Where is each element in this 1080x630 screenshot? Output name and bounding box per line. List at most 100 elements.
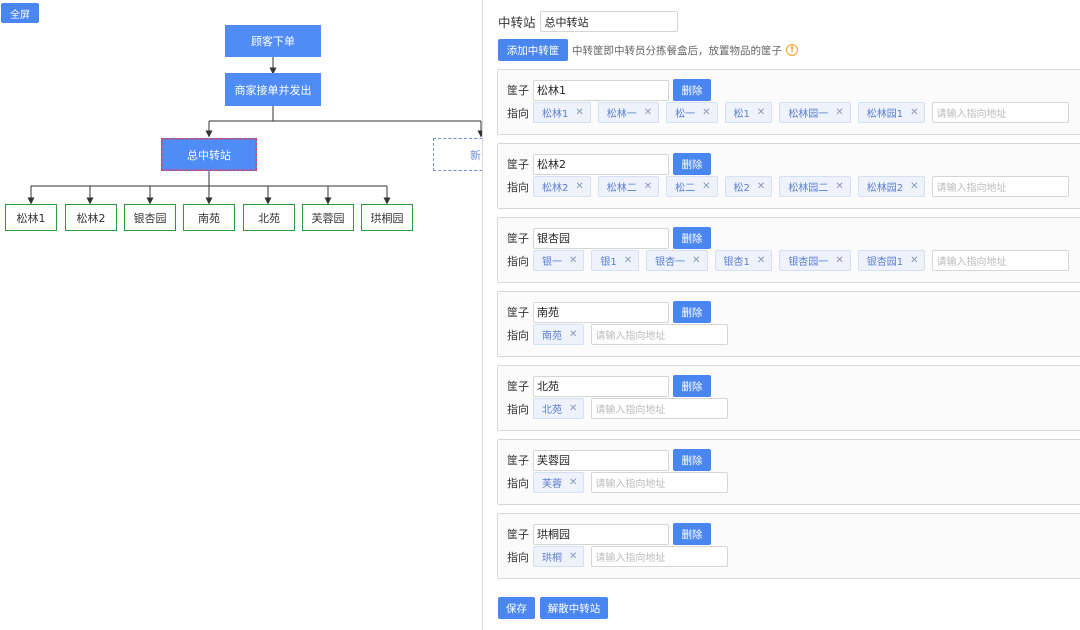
direction-tag-label: 松2: [733, 183, 750, 194]
direction-label: 指向: [507, 106, 529, 120]
basket-card: 筐子 松林1 删除 指向 松林1 ✕ 松林一 ✕ 松一 ✕ 松1 ✕ 松林园一 ✕ 松林园1 ✕ 请输入指向地址: [497, 69, 1080, 135]
basket-name-input[interactable]: 松林1: [533, 79, 669, 101]
flow-node-new[interactable]: 新: [433, 138, 482, 171]
delete-basket-button[interactable]: 删除: [673, 227, 711, 249]
basket-name-row: 筐子 南苑 删除: [507, 301, 711, 323]
basket-name-row: 筐子 珙桐园 删除: [507, 523, 711, 545]
flow-node-order[interactable]: 顾客下单: [225, 25, 321, 57]
remove-tag-icon[interactable]: ✕: [757, 181, 765, 192]
delete-basket-button[interactable]: 删除: [673, 301, 711, 323]
delete-basket-button[interactable]: 删除: [673, 79, 711, 101]
basket-label: 筐子: [507, 84, 529, 97]
flow-leaf-node[interactable]: 珙桐园: [361, 204, 413, 231]
delete-basket-button[interactable]: 删除: [673, 449, 711, 471]
basket-name-input[interactable]: 南苑: [533, 301, 669, 323]
direction-tag-label: 松林一: [606, 109, 637, 120]
direction-address-input[interactable]: 请输入指向地址: [932, 176, 1070, 197]
remove-tag-icon[interactable]: ✕: [569, 551, 577, 562]
remove-tag-icon[interactable]: ✕: [644, 181, 652, 192]
direction-address-input[interactable]: 请输入指向地址: [591, 398, 729, 419]
remove-tag-icon[interactable]: ✕: [575, 107, 583, 118]
direction-label: 指向: [507, 180, 529, 194]
flow-panel: 全屏 顾客下单 商家接单并发出 总中转站 新 松林1 松林2 银杏园 南苑 北苑…: [0, 0, 483, 630]
action-bar: 保存 解散中转站: [498, 597, 608, 619]
direction-tag-label: 松二: [675, 183, 696, 194]
remove-tag-icon[interactable]: ✕: [569, 403, 577, 414]
direction-label: 指向: [507, 550, 529, 564]
flow-leaf-node[interactable]: 芙蓉园: [302, 204, 354, 231]
basket-label: 筐子: [507, 528, 529, 541]
basket-name-input[interactable]: 芙蓉园: [533, 449, 669, 471]
direction-address-input[interactable]: 请输入指向地址: [591, 324, 729, 345]
basket-name-row: 筐子 芙蓉园 删除: [507, 449, 711, 471]
direction-tag-label: 松1: [733, 109, 750, 120]
delete-basket-button[interactable]: 删除: [673, 375, 711, 397]
remove-tag-icon[interactable]: ✕: [702, 107, 710, 118]
fullscreen-button[interactable]: 全屏: [1, 3, 39, 23]
remove-tag-icon[interactable]: ✕: [575, 181, 583, 192]
delete-basket-button[interactable]: 删除: [673, 153, 711, 175]
flow-leaf-node[interactable]: 北苑: [243, 204, 295, 231]
basket-name-row: 筐子 松林2 删除: [507, 153, 711, 175]
delete-basket-button[interactable]: 删除: [673, 523, 711, 545]
remove-tag-icon[interactable]: ✕: [569, 329, 577, 340]
station-name-input[interactable]: 总中转站: [539, 11, 678, 32]
basket-name-input[interactable]: 松林2: [533, 153, 669, 175]
add-basket-row: 添加中转筐 中转筐即中转员分拣餐盒后，放置物品的筐子 !: [498, 39, 798, 61]
basket-label: 筐子: [507, 380, 529, 393]
direction-address-input[interactable]: 请输入指向地址: [591, 546, 729, 567]
direction-tag: 银杏园1 ✕: [857, 250, 926, 271]
basket-label: 筐子: [507, 232, 529, 245]
add-basket-button[interactable]: 添加中转筐: [498, 39, 568, 61]
direction-label: 指向: [507, 328, 529, 342]
remove-tag-icon[interactable]: ✕: [644, 107, 652, 118]
remove-tag-icon[interactable]: ✕: [835, 181, 843, 192]
flow-node-hub[interactable]: 总中转站: [161, 138, 257, 171]
direction-tag: 银一 ✕: [533, 250, 585, 271]
direction-tag: 银杏园一 ✕: [779, 250, 851, 271]
direction-tag: 南苑 ✕: [533, 324, 585, 345]
remove-tag-icon[interactable]: ✕: [624, 255, 632, 266]
flow-leaf-node[interactable]: 银杏园: [124, 204, 176, 231]
direction-tag-label: 松林二: [606, 183, 637, 194]
direction-tag: 松林1 ✕: [533, 102, 591, 123]
direction-address-input[interactable]: 请输入指向地址: [932, 102, 1070, 123]
flow-leaf-node[interactable]: 松林1: [5, 204, 57, 231]
direction-tag: 松林二 ✕: [597, 176, 660, 197]
direction-tag-label: 银杏园一: [788, 257, 829, 268]
basket-name-row: 筐子 银杏园 删除: [507, 227, 711, 249]
remove-tag-icon[interactable]: ✕: [757, 107, 765, 118]
basket-card: 筐子 松林2 删除 指向 松林2 ✕ 松林二 ✕ 松二 ✕ 松2 ✕ 松林园二 ✕ 松林园2 ✕ 请输入指向地址: [497, 143, 1080, 209]
direction-address-input[interactable]: 请输入指向地址: [591, 472, 729, 493]
remove-tag-icon[interactable]: ✕: [910, 181, 918, 192]
flow-node-merchant[interactable]: 商家接单并发出: [225, 73, 321, 106]
direction-tag: 银杏1 ✕: [714, 250, 773, 271]
save-button[interactable]: 保存: [498, 597, 535, 619]
basket-direction-row: 指向 芙蓉 ✕ 请输入指向地址: [507, 472, 729, 493]
basket-name-input[interactable]: 珙桐园: [533, 523, 669, 545]
remove-tag-icon[interactable]: ✕: [910, 107, 918, 118]
remove-tag-icon[interactable]: ✕: [910, 255, 918, 266]
remove-tag-icon[interactable]: ✕: [569, 477, 577, 488]
basket-name-row: 筐子 北苑 删除: [507, 375, 711, 397]
flow-leaf-node[interactable]: 松林2: [65, 204, 117, 231]
remove-tag-icon[interactable]: ✕: [702, 181, 710, 192]
basket-label: 筐子: [507, 158, 529, 171]
flow-leaf-node[interactable]: 南苑: [183, 204, 235, 231]
remove-tag-icon[interactable]: ✕: [692, 255, 700, 266]
direction-label: 指向: [507, 402, 529, 416]
direction-address-input[interactable]: 请输入指向地址: [932, 250, 1070, 271]
basket-name-row: 筐子 松林1 删除: [507, 79, 711, 101]
dissolve-station-button[interactable]: 解散中转站: [540, 597, 608, 619]
basket-name-input[interactable]: 北苑: [533, 375, 669, 397]
basket-direction-row: 指向 南苑 ✕ 请输入指向地址: [507, 324, 729, 345]
remove-tag-icon[interactable]: ✕: [569, 255, 577, 266]
direction-tag: 松一 ✕: [666, 102, 718, 123]
remove-tag-icon[interactable]: ✕: [835, 255, 843, 266]
direction-tag: 松林2 ✕: [533, 176, 591, 197]
remove-tag-icon[interactable]: ✕: [835, 107, 843, 118]
basket-name-input[interactable]: 银杏园: [533, 227, 669, 249]
direction-tag-label: 松林园2: [866, 183, 904, 194]
basket-card: 筐子 南苑 删除 指向 南苑 ✕ 请输入指向地址: [497, 291, 1080, 357]
remove-tag-icon[interactable]: ✕: [757, 255, 765, 266]
